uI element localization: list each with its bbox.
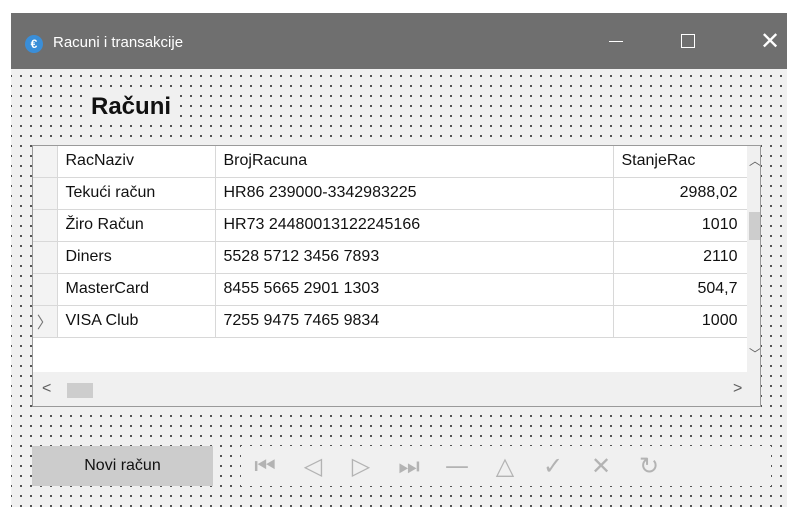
scroll-up-icon[interactable]: ︿ (749, 155, 760, 167)
form-client-area: Računi RacNaziv BrojRacuna StanjeRac Tek… (11, 69, 787, 507)
cell-racnaziv[interactable]: Žiro Račun (57, 209, 216, 242)
scroll-left-icon[interactable]: < (42, 381, 51, 397)
maximize-button[interactable] (659, 13, 717, 69)
title-bar: € Racuni i transakcije ✕ (11, 13, 787, 69)
first-record-button[interactable]: ⏮ (241, 446, 289, 486)
post-record-icon: ✓ (542, 452, 564, 480)
refresh-button[interactable]: ↻ (625, 446, 673, 486)
first-record-icon: ⏮ (254, 452, 276, 480)
cell-racnaziv[interactable]: Diners (57, 241, 216, 274)
header-row: RacNaziv BrojRacuna StanjeRac (33, 146, 749, 178)
scrollbar-corner (747, 372, 760, 406)
row-header-corner (33, 146, 58, 178)
row-header[interactable] (33, 177, 58, 210)
last-record-icon: ⏭ (398, 452, 420, 480)
table-row[interactable]: Tekući račun HR86 239000-3342983225 2988,0… (33, 177, 749, 210)
minimize-button[interactable] (587, 13, 645, 69)
last-record-button[interactable]: ⏭ (385, 446, 433, 486)
vertical-scroll-thumb[interactable] (749, 212, 760, 240)
cell-brojracuna[interactable]: 8455 5665 2901 1303 (215, 273, 614, 306)
cell-brojracuna[interactable]: 7255 9475 7465 9834 (215, 305, 614, 338)
previous-record-button[interactable]: ◁ (289, 446, 337, 486)
previous-record-icon: ◁ (303, 452, 323, 480)
row-header[interactable] (33, 273, 58, 306)
close-button[interactable]: ✕ (741, 13, 787, 69)
horizontal-scroll-thumb[interactable] (67, 383, 93, 398)
cell-racnaziv[interactable]: MasterCard (57, 273, 216, 306)
delete-record-icon: — (445, 452, 469, 480)
cell-stanjerac[interactable]: 1010 (613, 209, 749, 242)
cell-racnaziv[interactable]: VISA Club (57, 305, 216, 338)
table-row[interactable]: MasterCard 8455 5665 2901 1303 504,7 (33, 273, 749, 306)
column-header-stanjerac[interactable]: StanjeRac (613, 146, 749, 178)
row-header[interactable] (33, 209, 58, 242)
euro-icon: € (25, 35, 43, 53)
current-row-indicator-icon[interactable]: 〉 (33, 305, 58, 338)
close-icon: ✕ (759, 27, 781, 55)
column-header-brojracuna[interactable]: BrojRacuna (215, 146, 614, 178)
accounts-table: RacNaziv BrojRacuna StanjeRac Tekući rač… (33, 146, 749, 338)
scroll-right-icon[interactable]: > (733, 381, 742, 397)
cell-stanjerac[interactable]: 2988,02 (613, 177, 749, 210)
next-record-button[interactable]: ▷ (337, 446, 385, 486)
cell-stanjerac[interactable]: 504,7 (613, 273, 749, 306)
cell-brojracuna[interactable]: HR73 24480013122245166 (215, 209, 614, 242)
delete-record-button[interactable]: — (433, 446, 481, 486)
cell-stanjerac[interactable]: 2110 (613, 241, 749, 274)
page-title: Računi (87, 93, 176, 121)
new-account-button[interactable]: Novi račun (32, 446, 213, 486)
horizontal-scrollbar[interactable]: < > (33, 372, 760, 406)
post-record-button[interactable]: ✓ (529, 446, 577, 486)
cell-racnaziv[interactable]: Tekući račun (57, 177, 216, 210)
cancel-record-button[interactable]: ✕ (577, 446, 625, 486)
minimize-icon (609, 40, 623, 42)
next-record-icon: ▷ (351, 452, 371, 480)
cell-brojracuna[interactable]: HR86 239000-3342983225 (215, 177, 614, 210)
scroll-down-icon[interactable]: ﹀ (749, 348, 760, 360)
vertical-scrollbar[interactable]: ︿ ﹀ (747, 146, 760, 372)
accounts-grid[interactable]: RacNaziv BrojRacuna StanjeRac Tekući rač… (32, 145, 761, 407)
column-header-racnaziv[interactable]: RacNaziv (57, 146, 216, 178)
table-row[interactable]: Žiro Račun HR73 24480013122245166 1010 (33, 209, 749, 242)
window-title: Racuni i transakcije (53, 34, 184, 51)
edit-record-button[interactable]: △ (481, 446, 529, 486)
table-row[interactable]: 〉 VISA Club 7255 9475 7465 9834 1000 (33, 305, 749, 338)
cell-stanjerac[interactable]: 1000 (613, 305, 749, 338)
cancel-record-icon: ✕ (590, 452, 612, 480)
record-navigator: ⏮ ◁ ▷ ⏭ — △ ✓ ✕ ↻ (241, 446, 771, 486)
maximize-icon (681, 34, 695, 48)
edit-record-icon: △ (495, 452, 515, 480)
refresh-icon: ↻ (638, 452, 660, 480)
row-header[interactable] (33, 241, 58, 274)
cell-brojracuna[interactable]: 5528 5712 3456 7893 (215, 241, 614, 274)
table-row[interactable]: Diners 5528 5712 3456 7893 2110 (33, 241, 749, 274)
